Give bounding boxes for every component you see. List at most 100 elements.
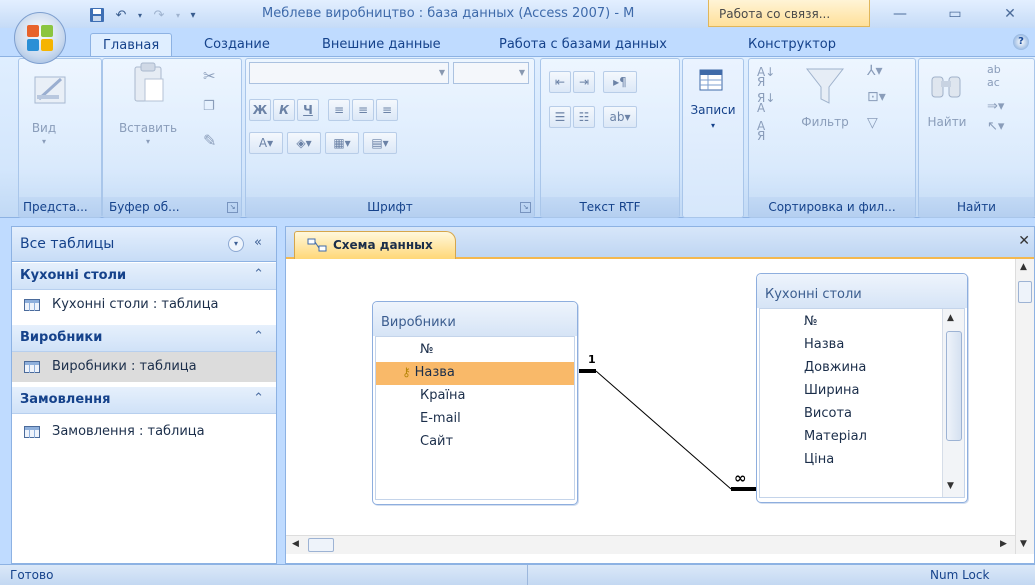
underline-button[interactable]: Ч (297, 99, 319, 121)
field-row[interactable]: Ширина (760, 380, 940, 403)
undo-icon[interactable]: ↶ (112, 7, 130, 23)
alt-fill-icon[interactable]: ▤▾ (363, 132, 397, 154)
tab-design[interactable]: Конструктор (736, 33, 848, 56)
scroll-thumb[interactable] (308, 538, 334, 552)
font-size-combo[interactable]: ▼ (453, 62, 529, 84)
filter-button-label[interactable]: Фильтр (795, 115, 855, 129)
relationships-canvas[interactable]: 1 ∞ Виробники № ⚷ Назва Країна E-mail Са… (286, 259, 1015, 535)
find-button-label[interactable]: Найти (919, 115, 975, 129)
field-row[interactable]: Висота (760, 403, 940, 426)
scroll-up-icon[interactable]: ▲ (947, 313, 954, 323)
font-name-combo[interactable]: ▼ (249, 62, 449, 84)
nav-item-orders[interactable]: Замовлення : таблица (12, 417, 276, 447)
advanced-filter-icon[interactable]: ⊡▾ (867, 89, 886, 105)
collapse-group-icon[interactable]: ⌃ (253, 267, 264, 282)
sort-ascending-icon[interactable]: A↓ Я (757, 66, 775, 88)
collapse-group-icon[interactable]: ⌃ (253, 329, 264, 344)
field-row[interactable]: Матеріал (760, 426, 940, 449)
maximize-button[interactable]: ▭ (935, 3, 975, 25)
table-box-manufacturers[interactable]: Виробники № ⚷ Назва Країна E-mail Сайт (372, 301, 578, 505)
scroll-right-icon[interactable]: ▶ (1000, 539, 1007, 549)
field-row-primary[interactable]: ⚷ Назва (376, 362, 574, 385)
close-document-icon[interactable]: ✕ (1018, 233, 1030, 249)
tab-relationships[interactable]: Схема данных (294, 231, 456, 259)
fill-color-icon[interactable]: ◈▾ (287, 132, 321, 154)
font-color-icon[interactable]: A▾ (249, 132, 283, 154)
group-find-label: Найти (919, 197, 1034, 217)
bold-button[interactable]: Ж (249, 99, 271, 121)
nav-item-kitchen-tables[interactable]: Кухонні столи : таблица (12, 290, 276, 320)
paste-button-label[interactable]: Вставить (103, 121, 193, 135)
selection-icon[interactable]: ⅄▾ (867, 63, 883, 79)
scroll-thumb[interactable] (946, 331, 962, 441)
nav-item-manufacturers[interactable]: Виробники : таблица (12, 352, 276, 382)
group-sort-filter: A↓ Я Я↓ А АЯ Фильтр ⅄▾ ⊡▾ ▽ Сортировка и ф… (748, 58, 916, 218)
minimize-button[interactable]: — (880, 3, 920, 25)
field-row[interactable]: Довжина (760, 357, 940, 380)
align-left-icon[interactable]: ≡ (328, 99, 350, 121)
font-launcher-icon[interactable]: ↘ (520, 202, 531, 213)
table-box-kitchen-tables[interactable]: Кухонні столи № Назва Довжина Ширина Вис… (756, 273, 968, 503)
field-list-scrollbar[interactable]: ▲ ▼ (942, 309, 964, 497)
scroll-thumb[interactable] (1018, 281, 1032, 303)
gridlines-icon[interactable]: ▦▾ (325, 132, 359, 154)
toggle-filter-icon[interactable]: ▽ (867, 115, 878, 131)
nav-group-manufacturers[interactable]: Виробники ⌃ (12, 325, 276, 352)
save-icon[interactable] (88, 7, 106, 23)
field-row[interactable]: № (376, 339, 574, 362)
tab-external-data[interactable]: Внешние данные (310, 33, 453, 56)
field-row[interactable]: Ціна (760, 449, 940, 472)
goto-icon[interactable]: ⇒▾ (987, 99, 1004, 114)
view-dropdown-icon[interactable]: ▾ (19, 137, 69, 146)
sort-descending-icon[interactable]: Я↓ А (757, 92, 775, 114)
redo-icon[interactable]: ↷ (150, 7, 168, 23)
records-button-label[interactable]: Записи (683, 103, 743, 117)
clipboard-launcher-icon[interactable]: ↘ (227, 202, 238, 213)
records-dropdown-icon[interactable]: ▾ (683, 121, 743, 130)
help-icon[interactable]: ? (1013, 34, 1029, 50)
cut-icon[interactable]: ✂ (203, 67, 216, 85)
office-button[interactable] (14, 12, 66, 64)
bullets-icon[interactable]: ☰ (549, 106, 571, 128)
field-row[interactable]: Країна (376, 385, 574, 408)
collapse-group-icon[interactable]: ⌃ (253, 391, 264, 406)
scroll-left-icon[interactable]: ◀ (292, 539, 299, 549)
numbering-icon[interactable]: ☷ (573, 106, 595, 128)
copy-icon[interactable]: ❐ (203, 99, 215, 114)
replace-icon[interactable]: ab ac (987, 63, 1001, 89)
field-row[interactable]: Назва (760, 334, 940, 357)
increase-indent-icon[interactable]: ⇥ (573, 71, 595, 93)
decrease-indent-icon[interactable]: ⇤ (549, 71, 571, 93)
tab-database-tools[interactable]: Работа с базами данных (487, 33, 679, 56)
collapse-nav-icon[interactable]: « (254, 235, 262, 250)
highlight-icon[interactable]: ab▾ (603, 106, 637, 128)
paragraph-direction-icon[interactable]: ▸¶ (603, 71, 637, 93)
nav-menu-icon[interactable]: ▾ (228, 236, 244, 252)
paste-dropdown-icon[interactable]: ▾ (103, 137, 193, 146)
close-button[interactable]: ✕ (990, 3, 1030, 25)
tab-home[interactable]: Главная (90, 33, 173, 56)
format-painter-icon[interactable]: ✎ (203, 131, 216, 150)
field-row[interactable]: Сайт (376, 431, 574, 454)
vertical-scrollbar[interactable]: ▲ ▼ (1015, 259, 1034, 554)
nav-header[interactable]: Все таблицы ▾ « (12, 227, 276, 262)
clear-sort-icon[interactable]: АЯ (757, 120, 765, 142)
nav-group-kitchen-tables[interactable]: Кухонні столи ⌃ (12, 263, 276, 290)
scroll-up-icon[interactable]: ▲ (1020, 262, 1027, 272)
select-icon[interactable]: ↖▾ (987, 119, 1004, 134)
tab-create[interactable]: Создание (192, 33, 282, 56)
align-right-icon[interactable]: ≡ (376, 99, 398, 121)
field-row[interactable]: E-mail (376, 408, 574, 431)
customize-qat-icon[interactable]: ▾ (188, 7, 198, 23)
view-button-label[interactable]: Вид (19, 121, 69, 135)
align-center-icon[interactable]: ≡ (352, 99, 374, 121)
field-row[interactable]: № (760, 311, 940, 334)
nav-group-orders[interactable]: Замовлення ⌃ (12, 387, 276, 414)
relation-one-label: 1 (588, 353, 596, 366)
undo-dropdown-icon[interactable]: ▾ (136, 7, 144, 23)
scroll-down-icon[interactable]: ▼ (1020, 539, 1027, 549)
italic-button[interactable]: К (273, 99, 295, 121)
scroll-down-icon[interactable]: ▼ (947, 481, 954, 491)
redo-dropdown-icon[interactable]: ▾ (174, 7, 182, 23)
horizontal-scrollbar[interactable]: ◀ ▶ (286, 535, 1015, 554)
